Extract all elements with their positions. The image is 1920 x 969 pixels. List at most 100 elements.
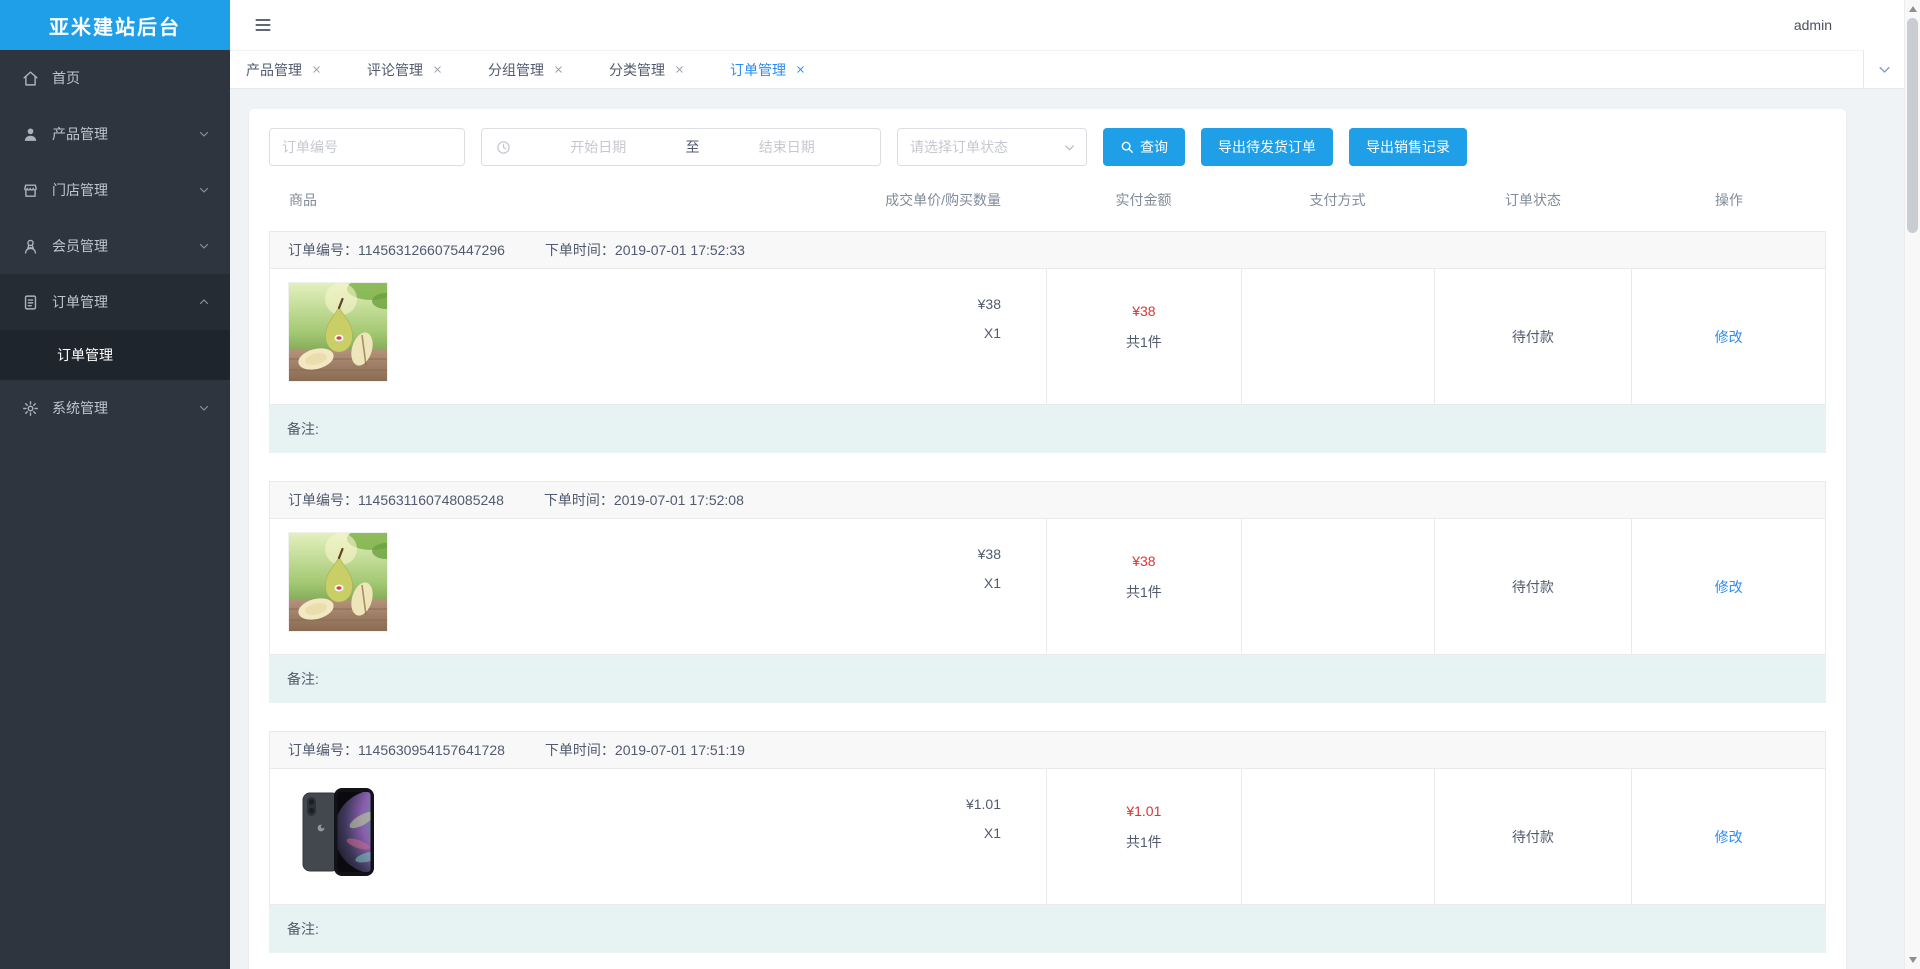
close-icon[interactable] (311, 64, 322, 75)
scroll-up-arrow-icon[interactable] (1909, 6, 1917, 12)
chevron-down-icon (198, 128, 210, 140)
close-icon[interactable] (553, 64, 564, 75)
sidebar: 亚米建站后台 首页 产品管理 门店管理 会员管理 订单管理 订单管理 系统管理 (0, 0, 230, 969)
status-badge: 待付款 (1511, 328, 1554, 345)
order-number-input[interactable] (282, 139, 452, 155)
column-pay-method: 支付方式 (1309, 192, 1366, 208)
tab-groups[interactable]: 分组管理 (488, 60, 564, 80)
paid-amount-cell: ¥1.01 共1件 (1046, 769, 1241, 904)
pear-product-image[interactable] (288, 282, 388, 382)
paid-amount: ¥38 (1132, 553, 1156, 569)
current-user[interactable]: admin (1794, 0, 1832, 50)
column-actions: 操作 (1715, 192, 1743, 208)
paid-amount: ¥38 (1132, 303, 1156, 319)
app-logo: 亚米建站后台 (0, 0, 230, 50)
sidebar-item-label: 产品管理 (52, 126, 108, 142)
end-date-placeholder[interactable]: 结束日期 (704, 137, 871, 157)
orders-card: 开始日期 至 结束日期 请选择订单状态 查询 导出待发货订单 导出销售记录 (249, 109, 1846, 969)
sidebar-subitem-order-management[interactable]: 订单管理 (0, 330, 230, 380)
paid-amount-cell: ¥38 共1件 (1046, 269, 1241, 404)
order-group: 订单编号：1145630954157641728 下单时间：2019-07-01… (269, 731, 1826, 953)
sidebar-item-products[interactable]: 产品管理 (0, 106, 230, 162)
quantity: X1 (983, 325, 1001, 341)
scrollbar-thumb[interactable] (1907, 18, 1918, 233)
export-pending-orders-button[interactable]: 导出待发货订单 (1201, 128, 1333, 166)
table-row: ¥1.01 X1 ¥1.01 共1件 待付款 修改 (269, 769, 1826, 905)
tab-label: 产品管理 (246, 61, 302, 78)
modify-link[interactable]: 修改 (1715, 827, 1743, 847)
column-unit-price-qty: 成交单价/购买数量 (885, 192, 1001, 208)
sidebar-item-home[interactable]: 首页 (0, 50, 230, 106)
modify-link[interactable]: 修改 (1715, 577, 1743, 597)
order-group-header: 订单编号：1145630954157641728 下单时间：2019-07-01… (269, 731, 1826, 769)
export-pending-label: 导出待发货订单 (1218, 139, 1316, 155)
sidebar-group-orders: 订单管理 订单管理 (0, 274, 230, 380)
modify-link[interactable]: 修改 (1715, 327, 1743, 347)
member-icon (22, 238, 39, 255)
order-status-cell: 待付款 (1433, 769, 1632, 904)
order-time: 下单时间：2019-07-01 17:51:19 (544, 742, 745, 758)
order-number: 订单编号：1145631266075447296 (288, 242, 505, 258)
search-button[interactable]: 查询 (1103, 128, 1185, 166)
remark-label: 备注: (287, 921, 319, 937)
vertical-scrollbar[interactable] (1904, 0, 1920, 969)
table-header: 商品 成交单价/购买数量 实付金额 支付方式 订单状态 操作 (269, 179, 1826, 221)
order-number-field[interactable] (269, 128, 465, 166)
chevron-down-icon (1878, 66, 1890, 73)
unit-price: ¥38 (977, 546, 1001, 562)
iphone-product-image[interactable] (288, 782, 388, 882)
paid-amount-cell: ¥38 共1件 (1046, 519, 1241, 654)
date-range-picker[interactable]: 开始日期 至 结束日期 (481, 128, 881, 166)
date-separator: 至 (685, 139, 700, 155)
action-cell: 修改 (1631, 519, 1825, 654)
search-button-label: 查询 (1140, 139, 1168, 155)
column-paid-amount: 实付金额 (1115, 192, 1172, 208)
home-icon (22, 70, 39, 87)
paid-count: 共1件 (1125, 334, 1162, 350)
tab-products[interactable]: 产品管理 (246, 60, 322, 80)
pear-product-image[interactable] (288, 532, 388, 632)
user-icon (22, 126, 39, 143)
tab-categories[interactable]: 分类管理 (609, 60, 685, 80)
remark-row: 备注: (269, 905, 1826, 953)
export-sales-records-button[interactable]: 导出销售记录 (1349, 128, 1467, 166)
paid-amount: ¥1.01 (1126, 803, 1162, 819)
sidebar-item-label: 首页 (52, 70, 80, 86)
close-icon[interactable] (432, 64, 443, 75)
sidebar-item-label: 会员管理 (52, 238, 108, 254)
order-group: 订单编号：1145631266075447296 下单时间：2019-07-01… (269, 231, 1826, 453)
status-select-placeholder: 请选择订单状态 (910, 139, 1008, 155)
start-date-placeholder[interactable]: 开始日期 (515, 137, 682, 157)
quantity: X1 (983, 825, 1001, 841)
sidebar-item-members[interactable]: 会员管理 (0, 218, 230, 274)
tabs-dropdown-button[interactable] (1863, 50, 1904, 89)
status-badge: 待付款 (1511, 828, 1554, 845)
tab-orders[interactable]: 订单管理 (730, 60, 806, 80)
table-row: ¥38 X1 ¥38 共1件 待付款 修改 (269, 269, 1826, 405)
column-order-status: 订单状态 (1505, 192, 1561, 208)
order-number: 订单编号：1145631160748085248 (288, 492, 504, 508)
hamburger-menu-icon[interactable] (253, 15, 273, 35)
export-sales-label: 导出销售记录 (1366, 139, 1450, 155)
remark-label: 备注: (287, 421, 319, 437)
order-status-cell: 待付款 (1433, 519, 1632, 654)
sidebar-item-system[interactable]: 系统管理 (0, 380, 230, 436)
sidebar-subitem-label: 订单管理 (57, 347, 113, 363)
sidebar-item-label: 订单管理 (52, 294, 108, 310)
chevron-down-icon (198, 402, 210, 414)
order-status-select[interactable]: 请选择订单状态 (897, 128, 1087, 166)
close-icon[interactable] (674, 64, 685, 75)
pay-method-cell (1240, 769, 1434, 904)
clock-icon (496, 140, 511, 155)
tab-comments[interactable]: 评论管理 (367, 60, 443, 80)
tab-label: 分组管理 (488, 61, 544, 78)
scroll-down-arrow-icon[interactable] (1909, 957, 1917, 963)
chevron-down-icon (1063, 141, 1076, 154)
sidebar-item-stores[interactable]: 门店管理 (0, 162, 230, 218)
unit-price: ¥38 (977, 296, 1001, 312)
close-icon[interactable] (795, 64, 806, 75)
order-time: 下单时间：2019-07-01 17:52:08 (543, 492, 744, 508)
action-cell: 修改 (1631, 769, 1825, 904)
sidebar-item-orders[interactable]: 订单管理 (0, 274, 230, 330)
chevron-down-icon (198, 184, 210, 196)
